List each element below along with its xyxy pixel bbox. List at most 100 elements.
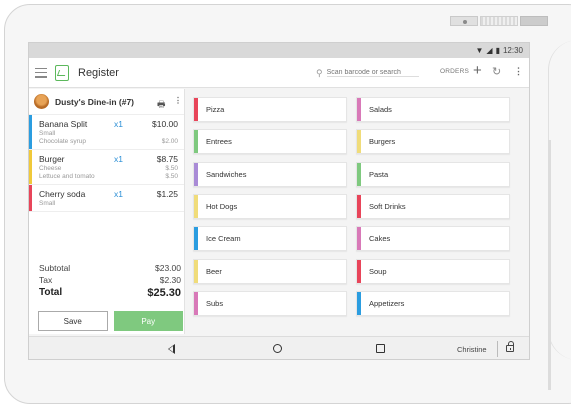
category-tile[interactable]: Cakes: [356, 226, 510, 252]
order-panel: Dusty's Dine-in (#7) 🖶 ⋮ Banana Split x1…: [29, 89, 185, 334]
item-price: $1.25: [156, 189, 178, 199]
category-tile[interactable]: Hot Dogs: [193, 193, 347, 219]
modifier-price: $2.00: [161, 138, 178, 145]
category-tile[interactable]: Subs: [193, 290, 347, 316]
item-price: $10.00: [152, 119, 178, 129]
modifier-name: Cheese: [39, 165, 62, 172]
modifier-name: Lettuce and tomato: [39, 173, 95, 180]
status-time: 12:30: [502, 46, 523, 55]
category-color-bar: [194, 291, 198, 315]
modifier-price: $.50: [165, 165, 178, 172]
item-name: Banana Split: [39, 119, 88, 129]
app-bar: Register ⚲ ORDERS + ↻ ⋮: [29, 58, 529, 88]
category-color-bar: [194, 194, 198, 218]
category-tile[interactable]: Salads: [356, 97, 510, 122]
category-color-bar: [194, 130, 198, 154]
category-label: Beer: [206, 266, 222, 276]
search-input[interactable]: [326, 69, 419, 77]
back-icon[interactable]: [168, 344, 175, 354]
pay-button[interactable]: Pay: [113, 311, 183, 331]
app-title: Register: [78, 66, 119, 79]
signal-icon: ◢: [486, 46, 493, 55]
category-label: Soup: [369, 266, 387, 276]
category-tile[interactable]: Beer: [193, 258, 347, 284]
device-edge: [548, 40, 571, 360]
modifier-name: Small: [39, 130, 56, 137]
lock-icon[interactable]: [506, 341, 514, 352]
category-color-bar: [194, 162, 198, 186]
item-color-bar: [29, 185, 32, 211]
customer-avatar: [34, 94, 49, 109]
category-tile[interactable]: Appetizers: [356, 290, 510, 316]
tax-value: $2.30: [159, 275, 181, 285]
screen: ▼ ◢ ▮ 12:30 Register ⚲ ORDERS + ↻ ⋮ Dust…: [28, 42, 530, 360]
category-label: Burgers: [369, 137, 396, 147]
item-name: Burger: [39, 154, 65, 164]
status-bar: ▼ ◢ ▮ 12:30: [29, 43, 529, 58]
order-totals: Subtotal $23.00 Tax $2.30 Total $25.30: [39, 263, 181, 301]
category-color-bar: [194, 259, 198, 283]
category-tile[interactable]: Pizza: [193, 97, 347, 122]
category-color-bar: [357, 227, 361, 251]
modifier-name: Small: [39, 200, 56, 207]
order-line-item[interactable]: Burger x1 $8.75 Cheese $.50 Lettuce and t…: [29, 150, 184, 185]
total-value: $25.30: [147, 287, 181, 299]
category-tile[interactable]: Soup: [356, 258, 510, 284]
category-color-bar: [357, 259, 361, 283]
modifier-name: Chocolate syrup: [39, 138, 86, 145]
order-header: Dusty's Dine-in (#7) 🖶 ⋮: [29, 89, 184, 115]
save-button[interactable]: Save: [38, 311, 108, 331]
item-qty: x1: [114, 119, 123, 129]
home-icon[interactable]: [273, 344, 282, 353]
sync-icon[interactable]: ↻: [492, 65, 501, 78]
order-actions: Save Pay: [38, 311, 183, 331]
category-label: Pasta: [369, 169, 389, 179]
menu-icon[interactable]: [35, 67, 47, 78]
search-bar[interactable]: ⚲: [316, 66, 426, 80]
camera-icon: [450, 16, 478, 26]
order-name: Dusty's Dine-in (#7): [55, 96, 135, 107]
category-grid: Pizza Salads Entrees Burgers Sandwiches Pasta…: [185, 89, 529, 334]
category-tile[interactable]: Entrees: [193, 129, 347, 155]
order-more-icon[interactable]: ⋮: [174, 96, 182, 105]
item-color-bar: [29, 150, 32, 184]
nav-divider: [497, 341, 498, 357]
device-side-rail: [548, 140, 551, 390]
category-tile[interactable]: Pasta: [356, 161, 510, 187]
total-label: Total: [39, 287, 63, 298]
order-line-item[interactable]: Banana Split x1 $10.00 Small Chocolate s…: [29, 115, 184, 150]
orders-button[interactable]: ORDERS: [440, 68, 469, 75]
sensor-strip: [520, 16, 548, 26]
current-user[interactable]: Christine: [457, 345, 487, 354]
category-color-bar: [194, 98, 198, 121]
subtotal-label: Subtotal: [39, 263, 71, 273]
category-color-bar: [357, 98, 361, 121]
category-label: Cakes: [369, 234, 391, 244]
category-color-bar: [357, 291, 361, 315]
category-tile[interactable]: Sandwiches: [193, 161, 347, 187]
category-tile[interactable]: Burgers: [356, 129, 510, 155]
add-icon[interactable]: +: [473, 62, 482, 79]
category-label: Sandwiches: [206, 169, 247, 179]
category-label: Hot Dogs: [206, 201, 238, 211]
more-vert-icon[interactable]: ⋮: [514, 66, 523, 77]
category-tile[interactable]: Soft Drinks: [356, 193, 510, 219]
register-logo-icon: [55, 64, 69, 81]
category-color-bar: [194, 227, 198, 251]
wifi-icon: ▼: [475, 46, 484, 55]
subtotal-value: $23.00: [155, 263, 181, 273]
item-qty: x1: [114, 154, 123, 164]
recents-icon[interactable]: [376, 344, 385, 353]
category-label: Soft Drinks: [369, 201, 406, 211]
category-label: Ice Cream: [206, 234, 241, 244]
item-price: $8.75: [156, 154, 178, 164]
category-tile[interactable]: Ice Cream: [193, 226, 347, 252]
main-content: Dusty's Dine-in (#7) 🖶 ⋮ Banana Split x1…: [29, 89, 529, 334]
category-label: Pizza: [206, 105, 225, 114]
order-line-item[interactable]: Cherry soda x1 $1.25 Small: [29, 185, 184, 212]
speaker-grille: [480, 16, 518, 26]
category-label: Subs: [206, 298, 224, 308]
printer-icon[interactable]: 🖶: [157, 97, 166, 113]
device-sensor-bar: [450, 16, 550, 28]
category-label: Appetizers: [369, 298, 405, 308]
